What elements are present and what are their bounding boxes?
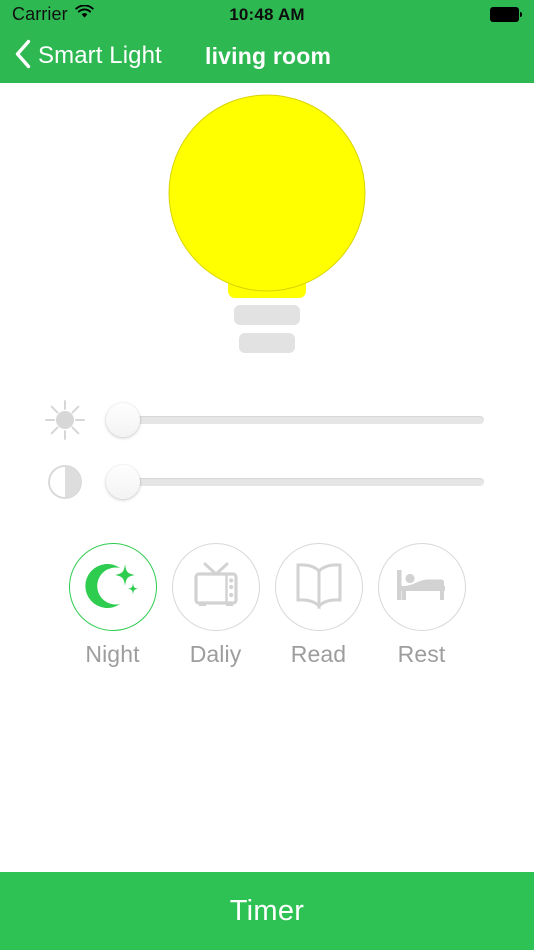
- smart-light-screen: Carrier 10:48 AM Smart Light living room…: [0, 0, 534, 950]
- contrast-slider-row: [0, 459, 534, 505]
- brightness-slider-row: [0, 397, 534, 443]
- contrast-icon: [44, 461, 86, 503]
- back-button[interactable]: Smart Light: [14, 29, 162, 83]
- mode-label-night: Night: [85, 641, 140, 667]
- navigation-bar: Smart Light living room: [0, 29, 534, 83]
- mode-label-read: Read: [290, 641, 347, 667]
- contrast-slider[interactable]: [106, 462, 484, 502]
- mode-circle-read: [274, 543, 363, 631]
- mode-circle-rest: [377, 543, 466, 631]
- battery-icon: [490, 7, 522, 22]
- tv-icon: [188, 557, 244, 618]
- brightness-slider[interactable]: [106, 400, 484, 440]
- page-title: living room: [205, 42, 332, 69]
- chevron-left-icon: [14, 39, 31, 74]
- status-bar-time: 10:48 AM: [229, 4, 305, 24]
- mode-button-daliy[interactable]: Daliy: [171, 543, 260, 673]
- sun-icon: [44, 399, 86, 441]
- brightness-slider-track[interactable]: [116, 416, 484, 424]
- back-button-label: Smart Light: [38, 42, 162, 69]
- status-bar-right: [490, 0, 522, 29]
- mode-button-read[interactable]: Read: [274, 543, 363, 673]
- mode-circle-night: [68, 543, 157, 631]
- mode-button-rest[interactable]: Rest: [377, 543, 466, 673]
- mode-label-daliy: Daliy: [189, 641, 242, 667]
- timer-button[interactable]: Timer: [0, 872, 534, 950]
- open-book-icon: [290, 559, 348, 616]
- mode-circle-daliy: [171, 543, 260, 631]
- mode-buttons: Night Daliy Read Rest: [0, 543, 534, 673]
- moon-stars-icon: [82, 554, 144, 621]
- timer-button-label: Timer: [229, 894, 305, 927]
- mode-button-night[interactable]: Night: [68, 543, 157, 673]
- status-bar: Carrier 10:48 AM: [0, 0, 534, 29]
- contrast-slider-track[interactable]: [116, 478, 484, 486]
- brightness-slider-thumb[interactable]: [106, 403, 140, 437]
- contrast-slider-thumb[interactable]: [106, 465, 140, 499]
- bulb-area: [0, 83, 534, 373]
- light-bulb-icon[interactable]: [0, 83, 534, 368]
- bed-icon: [393, 562, 451, 613]
- mode-label-rest: Rest: [397, 641, 446, 667]
